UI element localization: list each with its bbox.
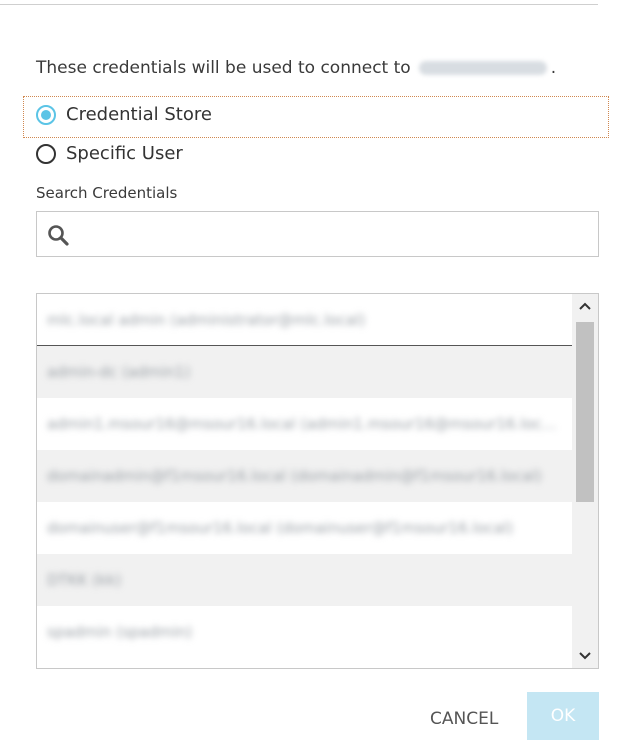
list-item-label: admin-dc (admin1) <box>47 363 191 381</box>
list-item[interactable]: domainuser@f1msour16.local (domainuser@f… <box>37 502 573 554</box>
list-item-label: DTKK (kk) <box>47 571 122 589</box>
list-item-label: domainadmin@f1msour16.local (domainadmin… <box>47 467 542 485</box>
radio-credential-store-label: Credential Store <box>66 104 212 125</box>
radio-specific-user-label: Specific User <box>66 143 183 164</box>
list-item[interactable]: domainadmin@f1msour16.local (domainadmin… <box>37 450 573 502</box>
search-input[interactable] <box>79 218 593 252</box>
intro-text-suffix: . <box>550 58 557 78</box>
radio-specific-user[interactable]: Specific User <box>36 143 183 164</box>
list-item[interactable]: spadmin (spadmin) <box>37 606 573 658</box>
search-box[interactable] <box>36 211 599 257</box>
radio-checked-icon[interactable] <box>36 104 56 125</box>
list-item[interactable]: mlc.local admin (administrator@mlc.local… <box>37 294 573 346</box>
chevron-down-icon <box>579 652 591 660</box>
list-item-label: admin1.msour16@msour16.local (admin1.mso… <box>47 415 557 433</box>
radio-unchecked-icon[interactable] <box>36 143 56 164</box>
list-item[interactable]: admin-dc (admin1) <box>37 346 573 398</box>
scroll-down-button[interactable] <box>572 644 598 668</box>
list-item-label: domainuser@f1msour16.local (domainuser@f… <box>47 519 514 537</box>
intro-text-label: These credentials will be used to connec… <box>36 58 411 78</box>
list-item-label: mlc.local admin (administrator@mlc.local… <box>47 310 366 329</box>
intro-text: These credentials will be used to connec… <box>36 58 556 78</box>
search-icon <box>48 225 69 246</box>
credentials-list[interactable]: mlc.local admin (administrator@mlc.local… <box>36 293 599 669</box>
radio-credential-store[interactable]: Credential Store <box>36 104 212 125</box>
top-divider <box>0 4 598 5</box>
scrollbar-thumb[interactable] <box>576 322 594 502</box>
cancel-button[interactable]: CANCEL <box>418 700 510 738</box>
list-item[interactable]: admin1.msour16@msour16.local (admin1.mso… <box>37 398 573 450</box>
list-scrollbar[interactable] <box>572 294 598 668</box>
list-item[interactable]: DTKK (kk) <box>37 554 573 606</box>
list-item-label: spadmin (spadmin) <box>47 623 193 641</box>
search-label: Search Credentials <box>36 184 178 202</box>
scroll-up-button[interactable] <box>572 294 598 318</box>
ok-button[interactable]: OK <box>527 692 599 740</box>
redacted-host <box>418 61 547 75</box>
chevron-up-icon <box>579 302 591 310</box>
